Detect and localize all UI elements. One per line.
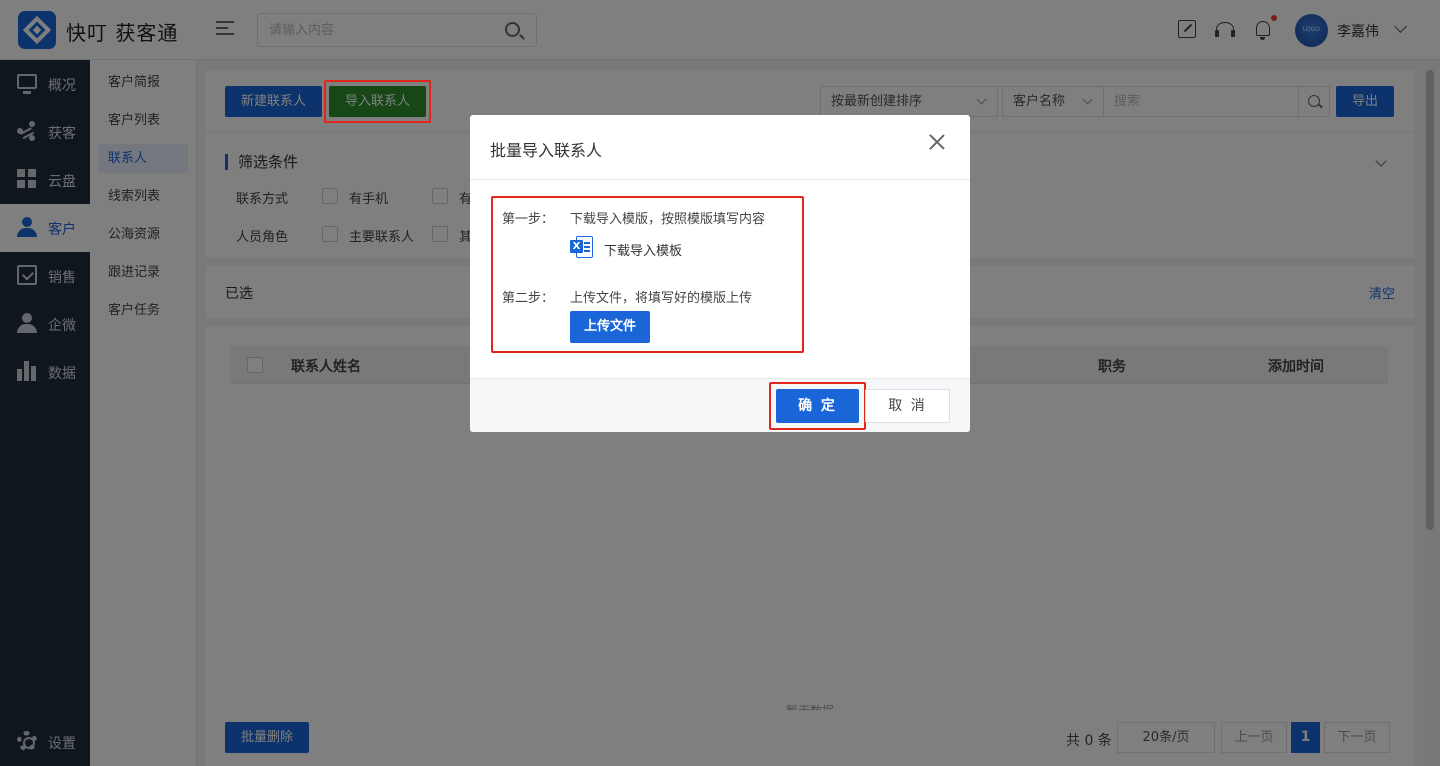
dialog-footer: 确 定 取 消 (470, 378, 970, 432)
step2-text: 上传文件，将填写好的模版上传 (570, 291, 753, 306)
step1-text: 下载导入模版，按照模版填写内容 (570, 212, 766, 227)
import-contacts-dialog: 批量导入联系人 第一步： 下载导入模版，按照模版填写内容 X 下载导入模板 第二… (470, 115, 970, 432)
step2-label: 第二步： (502, 291, 555, 306)
upload-file-button[interactable]: 上传文件 (570, 311, 650, 343)
divider (470, 179, 970, 180)
cancel-button[interactable]: 取 消 (865, 389, 950, 423)
close-icon[interactable] (928, 133, 946, 151)
step1-label: 第一步： (502, 212, 555, 227)
highlight-box (324, 80, 431, 123)
confirm-button[interactable]: 确 定 (776, 389, 859, 423)
excel-file-icon[interactable]: X (570, 235, 594, 259)
dialog-title: 批量导入联系人 (490, 141, 603, 160)
download-template-link[interactable]: 下载导入模板 (604, 240, 682, 259)
